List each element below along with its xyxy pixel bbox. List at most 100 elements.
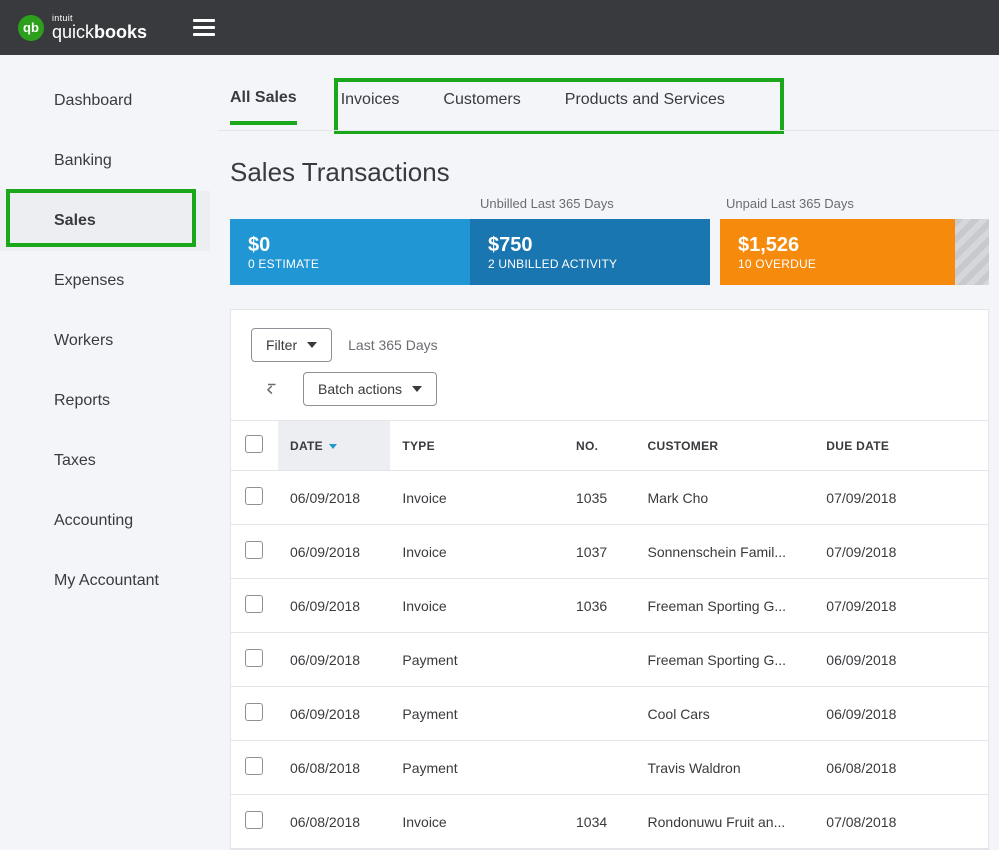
cell-due-date: 07/09/2018: [814, 471, 988, 525]
sidebar-item-my-accountant[interactable]: My Accountant: [0, 551, 210, 611]
cell-select: [231, 633, 278, 687]
toolbar: Filter Last 365 Days: [231, 310, 988, 368]
cell-no: 1034: [564, 795, 636, 849]
tab-products-services[interactable]: Products and Services: [565, 81, 725, 123]
sort-desc-icon: [329, 444, 337, 449]
table-row[interactable]: 06/08/2018Invoice1034Rondonuwu Fruit an.…: [231, 795, 988, 849]
sidebar-item-sales[interactable]: Sales: [0, 191, 210, 251]
col-header-type[interactable]: TYPE: [390, 421, 564, 471]
status-block-remainder[interactable]: [955, 219, 989, 285]
table-row[interactable]: 06/09/2018Invoice1037Sonnenschein Famil.…: [231, 525, 988, 579]
main-content: All Sales Invoices Customers Products an…: [210, 55, 999, 850]
filter-button-label: Filter: [266, 337, 297, 353]
cell-customer: Freeman Sporting G...: [636, 633, 815, 687]
cell-no: 1036: [564, 579, 636, 633]
col-header-date[interactable]: DATE: [278, 421, 390, 471]
transactions-panel: Filter Last 365 Days Batch actions: [230, 309, 989, 850]
cell-customer: Freeman Sporting G...: [636, 579, 815, 633]
status-block-overdue[interactable]: $1,526 10 OVERDUE: [720, 219, 955, 285]
brand-text: intuit quickbooks: [52, 14, 147, 41]
sidebar-item-expenses[interactable]: Expenses: [0, 251, 210, 311]
tab-customers[interactable]: Customers: [443, 81, 520, 123]
sidebar-item-workers[interactable]: Workers: [0, 311, 210, 371]
status-unbilled-amount: $750: [488, 234, 692, 257]
col-header-due-date[interactable]: DUE DATE: [814, 421, 988, 471]
batch-actions-button[interactable]: Batch actions: [303, 372, 437, 406]
cell-no: [564, 687, 636, 741]
cell-select: [231, 579, 278, 633]
status-block-unbilled[interactable]: $750 2 UNBILLED ACTIVITY: [470, 219, 710, 285]
cell-select: [231, 525, 278, 579]
status-overdue-amount: $1,526: [738, 234, 937, 257]
reorder-icon[interactable]: [263, 378, 285, 400]
cell-date: 06/08/2018: [278, 741, 390, 795]
sidebar: Dashboard Banking Sales Expenses Workers…: [0, 55, 210, 850]
col-header-select: [231, 421, 278, 471]
select-all-checkbox[interactable]: [245, 435, 263, 453]
cell-customer: Travis Waldron: [636, 741, 815, 795]
cell-select: [231, 471, 278, 525]
status-estimate-amount: $0: [248, 234, 452, 257]
cell-customer: Rondonuwu Fruit an...: [636, 795, 815, 849]
batch-actions-label: Batch actions: [318, 381, 402, 397]
sidebar-item-reports[interactable]: Reports: [0, 371, 210, 431]
row-checkbox[interactable]: [245, 649, 263, 667]
cell-date: 06/09/2018: [278, 633, 390, 687]
status-unpaid-label: Unpaid Last 365 Days: [720, 196, 989, 211]
table-row[interactable]: 06/09/2018Invoice1036Freeman Sporting G.…: [231, 579, 988, 633]
tabs-row: All Sales Invoices Customers Products an…: [210, 55, 989, 125]
topbar: qb intuit quickbooks: [0, 0, 999, 55]
row-checkbox[interactable]: [245, 541, 263, 559]
brand-name-light: quick: [52, 22, 94, 42]
sidebar-item-dashboard[interactable]: Dashboard: [0, 71, 210, 131]
hamburger-menu-icon[interactable]: [193, 15, 215, 40]
cell-due-date: 07/09/2018: [814, 525, 988, 579]
cell-type: Invoice: [390, 795, 564, 849]
cell-select: [231, 741, 278, 795]
cell-type: Invoice: [390, 579, 564, 633]
col-header-no[interactable]: NO.: [564, 421, 636, 471]
table-row[interactable]: 06/08/2018PaymentTravis Waldron06/08/201…: [231, 741, 988, 795]
table-row[interactable]: 06/09/2018PaymentCool Cars06/09/2018: [231, 687, 988, 741]
brand-name: quickbooks: [52, 23, 147, 41]
cell-date: 06/09/2018: [278, 525, 390, 579]
table-row[interactable]: 06/09/2018Invoice1035Mark Cho07/09/2018: [231, 471, 988, 525]
status-overdue-sub: 10 OVERDUE: [738, 257, 937, 271]
col-header-customer[interactable]: CUSTOMER: [636, 421, 815, 471]
chevron-down-icon: [412, 386, 422, 392]
sidebar-item-accounting[interactable]: Accounting: [0, 491, 210, 551]
transactions-table: DATE TYPE NO. CUSTOMER DUE DATE 06/09/20…: [231, 420, 988, 849]
cell-due-date: 07/09/2018: [814, 579, 988, 633]
cell-no: [564, 633, 636, 687]
cell-date: 06/09/2018: [278, 579, 390, 633]
sidebar-item-taxes[interactable]: Taxes: [0, 431, 210, 491]
table-row[interactable]: 06/09/2018PaymentFreeman Sporting G...06…: [231, 633, 988, 687]
row-checkbox[interactable]: [245, 811, 263, 829]
cell-customer: Sonnenschein Famil...: [636, 525, 815, 579]
cell-type: Invoice: [390, 471, 564, 525]
row-checkbox[interactable]: [245, 757, 263, 775]
status-unbilled-sub: 2 UNBILLED ACTIVITY: [488, 257, 692, 271]
filter-range-label: Last 365 Days: [348, 337, 438, 353]
cell-select: [231, 687, 278, 741]
col-header-date-label: DATE: [290, 439, 323, 453]
cell-customer: Cool Cars: [636, 687, 815, 741]
cell-type: Payment: [390, 633, 564, 687]
cell-no: [564, 741, 636, 795]
sidebar-item-banking[interactable]: Banking: [0, 131, 210, 191]
cell-due-date: 07/08/2018: [814, 795, 988, 849]
cell-date: 06/09/2018: [278, 471, 390, 525]
cell-type: Payment: [390, 687, 564, 741]
cell-due-date: 06/08/2018: [814, 741, 988, 795]
row-checkbox[interactable]: [245, 595, 263, 613]
tab-all-sales[interactable]: All Sales: [230, 79, 297, 125]
cell-type: Payment: [390, 741, 564, 795]
logo: qb intuit quickbooks: [18, 14, 147, 41]
chevron-down-icon: [307, 342, 317, 348]
toolbar-secondary: Batch actions: [231, 368, 988, 420]
tab-invoices[interactable]: Invoices: [341, 81, 400, 123]
filter-button[interactable]: Filter: [251, 328, 332, 362]
row-checkbox[interactable]: [245, 487, 263, 505]
row-checkbox[interactable]: [245, 703, 263, 721]
status-block-estimate[interactable]: $0 0 ESTIMATE: [230, 219, 470, 285]
